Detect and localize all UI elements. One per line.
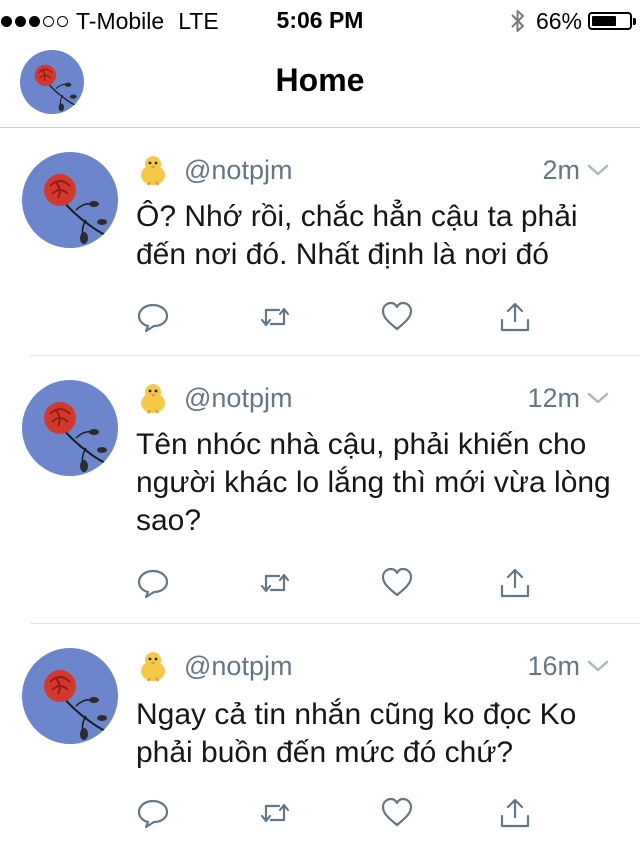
status-right: 66% [510,7,636,35]
battery-tip [633,18,636,25]
tweet-actions [136,300,556,340]
tweet-avatar[interactable] [22,380,118,476]
chevron-down-icon[interactable] [586,158,610,182]
chick-emoji-icon [136,153,170,187]
tweet-text: Ô? Nhớ rồi, chắc hẳn cậu ta phải đến nơi… [136,200,578,271]
retweet-icon[interactable] [258,566,292,600]
tweet[interactable]: @notpjm 12m Tên nhóc nhà cậu, phải khiến… [0,356,640,624]
tweet-handle[interactable]: @notpjm [184,155,292,186]
tweet[interactable]: @notpjm 16m Ngay cả tin nhắn cũng ko đọc… [0,624,640,848]
tweet-actions [136,796,556,836]
rose-avatar-image [22,648,118,744]
reply-icon[interactable] [136,566,170,600]
chevron-down-icon[interactable] [586,386,610,410]
tweet[interactable]: @notpjm 2m Ô? Nhớ rồi, chắc hẳn cậu ta p… [0,128,640,356]
chick-emoji-icon [136,381,170,415]
tweet-handle[interactable]: @notpjm [184,383,292,414]
battery-icon [588,12,636,30]
battery-percent: 66% [535,7,582,34]
chevron-down-icon[interactable] [586,654,610,678]
tweet-avatar[interactable] [22,648,118,744]
rose-avatar-image [22,152,118,248]
tweet-header: @notpjm 16m [136,648,610,684]
tweet-actions [136,566,556,606]
tweet-handle[interactable]: @notpjm [184,651,292,682]
retweet-icon[interactable] [258,300,292,334]
reply-icon[interactable] [136,300,170,334]
tweet-text: Tên nhóc nhà cậu, phải khiến cho người k… [136,428,611,537]
share-icon[interactable] [498,796,532,830]
tweet-timestamp: 16m [527,650,580,681]
tweet-timestamp: 12m [527,382,580,413]
status-bar: T-Mobile LTE 5:06 PM 66% [0,0,640,40]
share-icon[interactable] [498,566,532,600]
share-icon[interactable] [498,300,532,334]
rose-avatar-image [22,380,118,476]
like-icon[interactable] [380,566,414,600]
chick-emoji-icon [136,649,170,683]
tweet-text: Ngay cả tin nhắn cũng ko đọc Ko phải buồ… [136,698,577,769]
reply-icon[interactable] [136,796,170,830]
tweet-header: @notpjm 12m [136,380,610,416]
retweet-icon[interactable] [258,796,292,830]
like-icon[interactable] [380,796,414,830]
bluetooth-icon [510,8,526,34]
battery-level-fill [592,16,616,26]
nav-bar: Home [0,40,640,128]
like-icon[interactable] [380,300,414,334]
tweet-avatar[interactable] [22,152,118,248]
tweet-header: @notpjm 2m [136,152,610,188]
page-title: Home [275,62,365,98]
tweet-timestamp: 2m [542,154,580,185]
